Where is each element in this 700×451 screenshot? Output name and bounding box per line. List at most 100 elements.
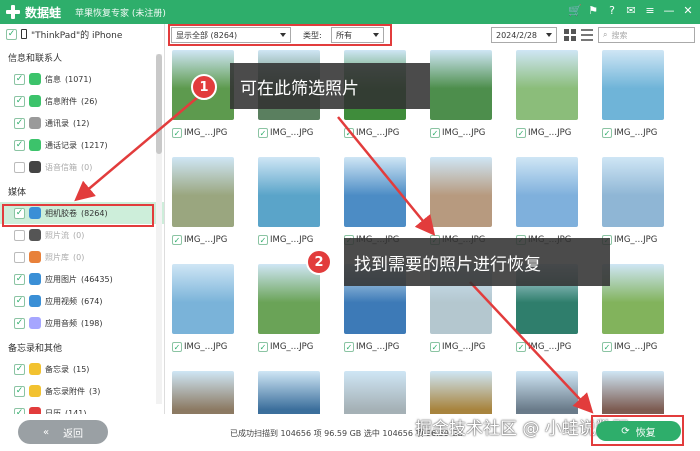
sidebar-section-title: 信息和联系人: [8, 54, 63, 64]
photo-checkbox[interactable]: ✓: [258, 128, 268, 138]
photo-thumbnail[interactable]: [258, 264, 320, 334]
sidebar-item[interactable]: ✓ 通话记录 (1217): [0, 134, 164, 156]
photo-item[interactable]: ✓IMG_…JPG: [252, 264, 324, 354]
photo-item[interactable]: ✓IMG_…JPG: [510, 157, 582, 247]
photo-checkbox[interactable]: ✓: [172, 235, 182, 245]
photo-checkbox[interactable]: ✓: [430, 342, 440, 352]
sidebar-item-count: (674): [81, 296, 103, 306]
photo-item[interactable]: ✓IMG_…JPG: [596, 157, 668, 247]
photo-thumbnail[interactable]: [430, 50, 492, 120]
sidebar-item[interactable]: ✓ 应用视频 (674): [0, 290, 164, 312]
photo-checkbox[interactable]: ✓: [258, 235, 268, 245]
minimize-icon[interactable]: —: [663, 4, 675, 17]
step2-badge: 2: [306, 249, 332, 275]
photo-filename: IMG_…JPG: [356, 342, 400, 352]
photo-caption: ✓IMG_…JPG: [166, 126, 238, 140]
sidebar-item-label: 备忘录附件: [45, 386, 85, 396]
grid-view-icon[interactable]: [564, 29, 576, 41]
gift-icon[interactable]: ⚑: [587, 4, 599, 17]
menu-icon[interactable]: ≡: [644, 4, 656, 17]
sidebar-item-checkbox[interactable]: ✓: [14, 229, 25, 241]
photo-item[interactable]: ✓IMG_…JPG: [596, 50, 668, 140]
photo-checkbox[interactable]: ✓: [344, 342, 354, 352]
step2-number: 2: [314, 254, 324, 270]
filter-highlight-box: [168, 24, 392, 46]
sidebar-item-checkbox[interactable]: ✓: [14, 73, 25, 85]
photo-library-icon: [29, 251, 41, 263]
title-bar-icons: 🛒 ⚑ ? ✉ ≡ — ✕: [568, 4, 694, 17]
photo-thumbnail[interactable]: [430, 157, 492, 227]
sidebar-item-checkbox[interactable]: ✓: [14, 117, 25, 129]
sidebar-item[interactable]: ✓ 备忘录附件 (3): [0, 380, 164, 402]
photo-checkbox[interactable]: ✓: [516, 342, 526, 352]
photo-caption: ✓IMG_…JPG: [252, 233, 324, 247]
recover-button[interactable]: ⟳ 恢复: [596, 421, 681, 441]
photo-checkbox[interactable]: ✓: [172, 342, 182, 352]
sidebar-item-checkbox[interactable]: ✓: [14, 139, 25, 151]
device-row[interactable]: ✓ "ThinkPad"的 iPhone: [0, 24, 164, 44]
sidebar-item[interactable]: ✓ 照片库 (0): [0, 246, 164, 268]
photo-thumbnail[interactable]: [258, 157, 320, 227]
cart-icon[interactable]: 🛒: [568, 4, 582, 17]
sidebar-item-label: 信息: [45, 74, 61, 84]
sidebar-item[interactable]: ✓ 信息附件 (26): [0, 90, 164, 112]
sidebar-scroll-thumb[interactable]: [156, 54, 162, 154]
photo-checkbox[interactable]: ✓: [344, 128, 354, 138]
sidebar-item-count: (15): [73, 364, 90, 374]
photo-item[interactable]: ✓IMG_…JPG: [166, 157, 238, 247]
sidebar-item-checkbox[interactable]: ✓: [14, 363, 25, 375]
sidebar-item-checkbox[interactable]: ✓: [14, 317, 25, 329]
recover-label: 恢复: [635, 427, 656, 439]
sidebar-item-checkbox[interactable]: ✓: [14, 95, 25, 107]
date-select[interactable]: 2024/2/28: [491, 27, 557, 43]
photo-thumbnail[interactable]: [172, 264, 234, 334]
back-button[interactable]: « 返回: [18, 420, 108, 444]
photo-thumbnail[interactable]: [516, 157, 578, 227]
app-name: 数据蛙: [25, 5, 62, 20]
search-input[interactable]: ⌕ 搜索: [598, 27, 695, 43]
sidebar-item-checkbox[interactable]: ✓: [14, 251, 25, 263]
photo-thumbnail[interactable]: [602, 264, 664, 334]
photo-thumbnail[interactable]: [602, 157, 664, 227]
sidebar-item[interactable]: ✓ 应用音频 (198): [0, 312, 164, 334]
photo-checkbox[interactable]: ✓: [516, 128, 526, 138]
photo-checkbox[interactable]: ✓: [602, 342, 612, 352]
photo-item[interactable]: ✓IMG_…JPG: [166, 264, 238, 354]
step1-callout: 可在此筛选照片: [230, 63, 430, 109]
voicemail-icon: [29, 161, 41, 173]
sidebar-item-checkbox[interactable]: ✓: [14, 385, 25, 397]
photo-thumbnail[interactable]: [172, 157, 234, 227]
list-view-icon[interactable]: [581, 29, 593, 41]
photo-thumbnail[interactable]: [602, 50, 664, 120]
photo-item[interactable]: ✓IMG_…JPG: [510, 50, 582, 140]
sidebar-item-checkbox[interactable]: ✓: [14, 161, 25, 173]
photo-checkbox[interactable]: ✓: [430, 128, 440, 138]
photo-caption: ✓IMG_…JPG: [166, 233, 238, 247]
sidebar-item[interactable]: ✓ 信息 (1071): [0, 68, 164, 90]
phone-icon: [21, 29, 27, 39]
photo-thumbnail[interactable]: [344, 157, 406, 227]
sidebar-item[interactable]: ✓ 备忘录 (15): [0, 358, 164, 380]
sidebar-item-label: 应用音频: [45, 318, 77, 328]
app-photos-icon: [29, 273, 41, 285]
sidebar-item[interactable]: ✓ 照片流 (0): [0, 224, 164, 246]
photo-thumbnail[interactable]: [516, 50, 578, 120]
sidebar-item-checkbox[interactable]: ✓: [14, 295, 25, 307]
photo-checkbox[interactable]: ✓: [602, 128, 612, 138]
photo-checkbox[interactable]: ✓: [258, 342, 268, 352]
sidebar-item[interactable]: ✓ 语音信箱 (0): [0, 156, 164, 178]
photo-checkbox[interactable]: ✓: [172, 128, 182, 138]
sidebar-item-checkbox[interactable]: ✓: [14, 273, 25, 285]
sidebar-item[interactable]: ✓ 通讯录 (12): [0, 112, 164, 134]
help-icon[interactable]: ?: [606, 4, 618, 17]
close-icon[interactable]: ✕: [682, 4, 694, 17]
chat-icon[interactable]: ✉: [625, 4, 637, 17]
device-checkbox[interactable]: ✓: [6, 28, 17, 40]
sidebar-item[interactable]: ✓ 应用图片 (46435): [0, 268, 164, 290]
photo-item[interactable]: ✓IMG_…JPG: [424, 50, 496, 140]
sidebar-scrollbar[interactable]: [156, 54, 162, 404]
photo-item[interactable]: ✓IMG_…JPG: [338, 157, 410, 247]
photo-item[interactable]: ✓IMG_…JPG: [424, 157, 496, 247]
photo-filename: IMG_…JPG: [528, 342, 572, 352]
photo-item[interactable]: ✓IMG_…JPG: [252, 157, 324, 247]
